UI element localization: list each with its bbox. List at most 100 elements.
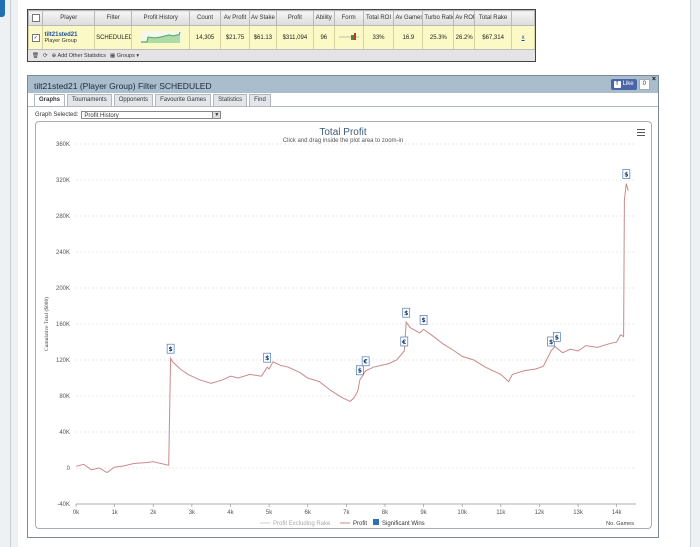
legend-label-profit: Profit <box>353 521 367 527</box>
y-tick-label: 40K <box>59 430 70 436</box>
x-tick-label: 9k <box>420 510 427 516</box>
total-roi-cell: 33% <box>362 25 395 51</box>
row-select-cell[interactable]: ✓ <box>27 25 44 51</box>
x-tick-label: 13k <box>573 510 584 516</box>
tab-find[interactable]: Find <box>249 94 271 106</box>
add-stats-label: Add Other Statistics <box>57 52 107 59</box>
remove-row-link[interactable]: x <box>522 35 525 41</box>
filter-cell: SCHEDULED <box>94 25 133 51</box>
y-tick-label: 320K <box>56 178 70 184</box>
y-tick-label: 120K <box>56 358 70 364</box>
x-tick-label: 1k <box>111 510 118 516</box>
panel-tabs: Graphs Tournaments Opponents Favourite G… <box>34 94 271 106</box>
header-filter[interactable]: Filter <box>94 10 133 26</box>
chart-title: Total Profit <box>319 127 366 138</box>
profit-cell: $311,094 <box>275 25 314 51</box>
graph-select-value: Profit History <box>84 113 119 119</box>
header-count[interactable]: Count <box>189 10 222 26</box>
header-select[interactable] <box>27 10 44 26</box>
select-all-checkbox[interactable] <box>31 14 40 22</box>
like-label: Like <box>622 81 634 87</box>
refresh-icon[interactable]: ⟳ <box>43 53 48 59</box>
significant-win-label: $ <box>555 334 559 341</box>
tab-divider <box>28 106 658 107</box>
panel-header: tilt21sted21 (Player Group) Filter SCHED… <box>28 76 658 93</box>
header-ability[interactable]: Ability <box>312 10 335 26</box>
row-checkbox[interactable]: ✓ <box>31 34 40 42</box>
y-tick-label: 160K <box>56 322 70 328</box>
y-tick-label: 200K <box>56 286 70 292</box>
significant-win-label: $ <box>549 339 553 346</box>
tab-tournaments[interactable]: Tournaments <box>67 94 112 106</box>
add-stats-button[interactable]: ⊕ Add Other Statistics <box>52 53 106 59</box>
groups-dropdown[interactable]: ▦ Groups ▾ <box>110 53 139 59</box>
x-tick-label: 2k <box>150 510 157 516</box>
table-row: ✓ tilt21sted21 Player Group SCHEDULED 14… <box>27 25 535 51</box>
header-profit[interactable]: Profit <box>275 10 314 26</box>
x-axis-label: No. Games <box>606 521 634 527</box>
x-tick-label: 6k <box>305 510 312 516</box>
tab-statistics[interactable]: Statistics <box>213 94 248 106</box>
x-tick-label: 3k <box>189 510 196 516</box>
tab-favourite-games[interactable]: Favourite Games <box>155 94 212 106</box>
profit-chart[interactable]: Total ProfitClick and drag inside the pl… <box>36 122 651 528</box>
y-tick-label: 80K <box>59 394 70 400</box>
x-tick-label: 4k <box>227 510 234 516</box>
legend-label-significant: Significant Wins <box>382 521 425 527</box>
graph-select-dropdown[interactable]: Profit History ▼ <box>81 111 222 119</box>
form-indicator-icon <box>338 33 359 40</box>
graph-selector: Graph Selected: Profit History ▼ <box>35 111 222 119</box>
y-tick-label: 240K <box>56 250 70 256</box>
side-panel-tab[interactable] <box>0 0 5 17</box>
legend-swatch-significant <box>373 519 379 525</box>
y-tick-label: 360K <box>56 142 70 148</box>
header-actions <box>511 10 535 26</box>
remove-row-cell[interactable]: x <box>511 25 535 51</box>
left-divider <box>10 0 11 547</box>
significant-win-label: $ <box>421 317 425 324</box>
legend-label-rake: Profit Excluding Rake <box>273 521 331 527</box>
series-line-profit <box>75 183 629 474</box>
header-av-roi[interactable]: Av ROI <box>453 10 475 26</box>
av-stake-cell: $61.13 <box>248 25 277 51</box>
significant-win-label: $ <box>265 355 269 362</box>
player-detail-panel: tilt21sted21 (Player Group) Filter SCHED… <box>27 75 659 538</box>
x-tick-label: 10k <box>457 510 468 516</box>
av-profit-cell: $21.75 <box>220 25 250 51</box>
header-profit-history[interactable]: Profit History <box>131 10 191 26</box>
close-icon[interactable]: × <box>652 76 656 83</box>
tab-opponents[interactable]: Opponents <box>113 94 154 106</box>
y-tick-label: -40K <box>57 502 70 508</box>
significant-win-label: $ <box>169 346 173 353</box>
total-rake-cell: $67,314 <box>473 25 513 51</box>
header-form[interactable]: Form <box>333 10 364 26</box>
x-tick-label: 14k <box>612 510 623 516</box>
av-games-cell: 16.9 <box>393 25 424 51</box>
player-cell[interactable]: tilt21sted21 Player Group <box>42 25 96 51</box>
table-footer-toolbar: 🗑 ⟳ ⊕ Add Other Statistics ▦ Groups ▾ <box>28 49 535 61</box>
header-av-games[interactable]: Av Games <box>393 10 424 26</box>
ability-cell: 96 <box>312 25 335 51</box>
x-tick-label: 7k <box>343 510 350 516</box>
header-total-rake[interactable]: Total Rake <box>473 10 513 26</box>
significant-win-label: $ <box>358 368 362 375</box>
header-total-roi[interactable]: Total ROI <box>362 10 395 26</box>
turbo-ratio-cell: 25.3% <box>422 25 455 51</box>
x-tick-label: 5k <box>266 510 273 516</box>
y-tick-label: 280K <box>56 214 70 220</box>
chart-container[interactable]: Total Profit Click and drag inside the pl… <box>35 121 652 529</box>
significant-win-label: $ <box>404 310 408 317</box>
header-player[interactable]: Player <box>42 10 96 26</box>
y-axis-label: Cumulative Total ($000) <box>43 297 50 351</box>
right-divider <box>690 0 691 547</box>
header-turbo-ratio[interactable]: Turbo Ratio <box>422 10 455 26</box>
header-av-stake[interactable]: Av Stake <box>248 10 277 26</box>
profit-sparkline <box>140 31 181 43</box>
delete-icon[interactable]: 🗑 <box>32 53 39 59</box>
tab-graphs[interactable]: Graphs <box>34 94 66 106</box>
chart-subtitle: Click and drag inside the plot area to z… <box>283 138 403 144</box>
significant-win-label: € <box>401 339 406 346</box>
facebook-like-button[interactable]: f Like <box>610 79 637 90</box>
header-av-profit[interactable]: Av Profit <box>220 10 250 26</box>
player-stats-table: Player Filter Profit History Count Av Pr… <box>27 9 536 62</box>
